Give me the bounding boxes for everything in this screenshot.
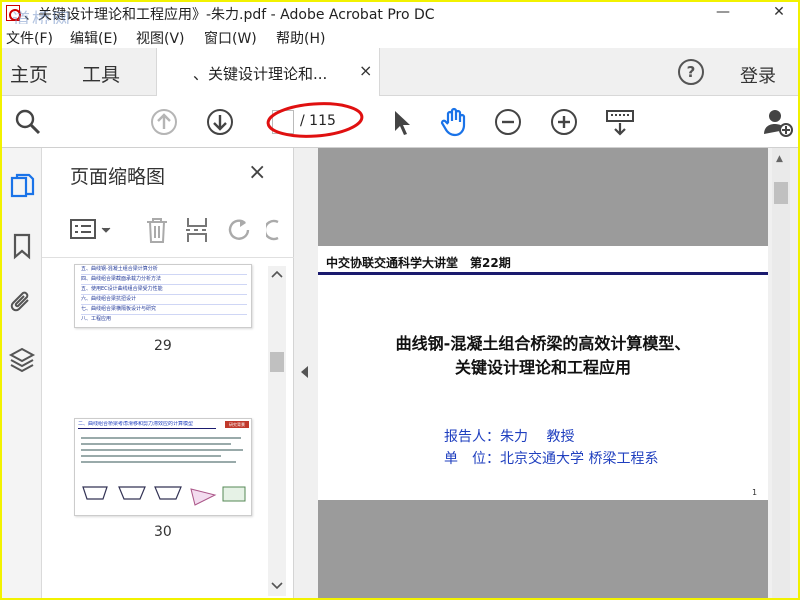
layers-icon[interactable] — [8, 346, 36, 374]
menu-bar: 文件(F) 编辑(E) 视图(V) 窗口(W) 帮助(H) — [2, 24, 798, 48]
menu-edit[interactable]: 编辑(E) — [70, 28, 118, 48]
hand-tool-icon[interactable] — [438, 106, 470, 138]
select-cursor-icon[interactable] — [386, 106, 418, 138]
delete-page-icon[interactable] — [144, 216, 170, 248]
scroll-track[interactable] — [772, 148, 790, 598]
tab-home[interactable]: 主页 — [10, 60, 48, 87]
thumbnail-scrollbar[interactable] — [268, 266, 286, 596]
rotate-left-icon[interactable] — [226, 216, 256, 248]
rotate-right-icon[interactable] — [266, 216, 286, 244]
tab-tools[interactable]: 工具 — [82, 60, 120, 87]
thumbnail-toolbar — [42, 202, 294, 258]
page-header: 中交协联交通科学大讲堂 第22期 — [326, 256, 511, 270]
collapse-arrow-icon[interactable] — [301, 366, 308, 378]
thumb-line: 七、曲线组合梁横隔板设计与研究 — [81, 305, 247, 315]
left-icon-rail — [2, 148, 42, 598]
reporter-line: 报告人：朱力 教授 — [444, 429, 575, 445]
zoom-in-icon[interactable] — [548, 106, 580, 138]
bookmark-icon[interactable] — [8, 232, 36, 260]
thumbnail-page-30[interactable]: 二、曲线组合桥梁考虑滑移和剪力滞效应的计算模型 研究背景 — [74, 418, 252, 516]
thumbnail-29-list: 五、曲线钢-混凝土组合梁计算分析 四、曲线组合梁截面承载力分析方法 五、使用EC… — [81, 265, 247, 324]
tab-document-label: 、关键设计理论和... — [193, 65, 328, 83]
thumbnail-number-29: 29 — [154, 338, 172, 354]
tab-close-icon[interactable]: × — [359, 61, 372, 80]
menu-window[interactable]: 窗口(W) — [204, 28, 257, 48]
search-icon[interactable] — [12, 106, 44, 138]
unit-line: 单 位：北京交通大学 桥梁工程系 — [444, 451, 659, 467]
scroll-up-icon[interactable]: ▲ — [776, 154, 783, 164]
previous-page-icon[interactable] — [148, 106, 180, 138]
menu-file[interactable]: 文件(F) — [6, 28, 53, 48]
minimize-button[interactable]: — — [708, 2, 738, 24]
keyboard-tool-icon[interactable] — [604, 106, 636, 138]
thumb-line: 四、曲线组合梁截面承载力分析方法 — [81, 275, 247, 285]
document-view[interactable]: 中交协联交通科学大讲堂 第22期 曲线钢-混凝土组合桥梁的高效计算模型、 关键设… — [318, 148, 768, 598]
pdf-page: 中交协联交通科学大讲堂 第22期 曲线钢-混凝土组合桥梁的高效计算模型、 关键设… — [318, 246, 768, 500]
close-window-button[interactable]: ✕ — [764, 2, 794, 24]
tab-bar: 主页 工具 、关键设计理论和... × ? 登录 — [2, 48, 798, 96]
help-icon[interactable]: ? — [678, 59, 704, 85]
thumb-line: 五、曲线钢-混凝土组合梁计算分析 — [81, 265, 247, 275]
thumb-heading: 二、曲线组合桥梁考虑滑移和剪力滞效应的计算模型 — [78, 421, 216, 429]
panel-title: 页面缩略图 — [70, 166, 166, 188]
thumb-line: 八、工程应用 — [81, 316, 112, 322]
document-title-line-1: 曲线钢-混凝土组合桥梁的高效计算模型、 — [395, 334, 691, 353]
document-scrollbar[interactable]: ▲ — [768, 148, 798, 598]
document-title-line-2: 关键设计理论和工程应用 — [454, 358, 631, 377]
login-button[interactable]: 登录 — [740, 62, 776, 88]
page-number-label: 1 — [752, 488, 758, 497]
next-page-icon[interactable] — [204, 106, 236, 138]
acrobat-window: 、关键设计理论和工程应用》-朱力.pdf - Adobe Acrobat Pro… — [2, 2, 798, 598]
menu-view[interactable]: 视图(V) — [136, 28, 185, 48]
tab-document[interactable]: 、关键设计理论和... × — [156, 48, 380, 96]
thumbnail-page-29[interactable]: 五、曲线钢-混凝土组合梁计算分析 四、曲线组合梁截面承载力分析方法 五、使用EC… — [74, 264, 252, 328]
title-bar: 、关键设计理论和工程应用》-朱力.pdf - Adobe Acrobat Pro… — [2, 2, 798, 31]
thumb-body-lines — [81, 433, 247, 467]
zoom-out-icon[interactable] — [492, 106, 524, 138]
thumb-section-diagrams — [82, 486, 246, 506]
thumb-line: 五、使用EC设计曲线组合梁受力性能 — [81, 285, 247, 295]
extract-page-icon[interactable] — [184, 216, 210, 248]
options-menu-icon[interactable] — [70, 218, 114, 246]
page-thumbnails-icon[interactable] — [8, 172, 36, 200]
thumb-line: 六、曲线组合梁抗扭设计 — [81, 295, 247, 305]
toolbar: / 115 — [2, 96, 798, 148]
attachment-icon[interactable] — [8, 288, 36, 316]
menu-help[interactable]: 帮助(H) — [276, 28, 325, 48]
window-title: 、关键设计理论和工程应用》-朱力.pdf - Adobe Acrobat Pro… — [24, 7, 435, 23]
header-rule — [318, 272, 768, 275]
thumbnail-scroll-thumb[interactable] — [270, 352, 284, 372]
panel-close-icon[interactable]: × — [248, 160, 266, 185]
thumb-tag: 研究背景 — [225, 421, 249, 428]
share-user-icon[interactable] — [762, 106, 794, 138]
panel-collapse-gutter[interactable] — [294, 148, 318, 598]
page-thumbnails-panel: 页面缩略图 × 五、曲线钢-混凝土组合梁计算分析 四、曲线组合梁截面承载力分析方… — [42, 148, 294, 598]
thumbnail-number-30: 30 — [154, 524, 172, 540]
red-circle-annotation — [266, 102, 364, 138]
scroll-thumb[interactable] — [774, 182, 788, 204]
